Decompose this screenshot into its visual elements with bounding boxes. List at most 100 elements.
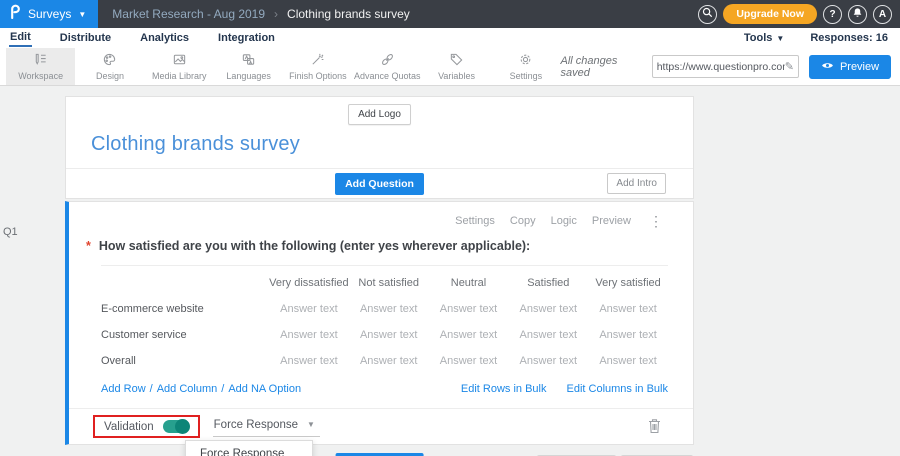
answer-text-cell[interactable]: Answer text [588, 355, 668, 367]
matrix-column-header[interactable]: Neutral [429, 277, 509, 289]
question-number-label: Q1 [3, 226, 18, 238]
chevron-down-icon: ▼ [776, 34, 784, 43]
matrix-row-label[interactable]: Customer service [101, 329, 269, 341]
question-block: Settings Copy Logic Preview ⋮ * How sati… [65, 201, 694, 445]
upgrade-now-button[interactable]: Upgrade Now [723, 4, 817, 24]
tab-integration[interactable]: Integration [217, 30, 276, 46]
top-navbar: Surveys ▼ Market Research - Aug 2019 › C… [0, 0, 900, 28]
validation-label: Validation [104, 421, 154, 433]
tab-bar-right-group: Tools▼ Responses: 16 [744, 32, 900, 44]
more-options-icon[interactable]: ⋮ [649, 216, 663, 226]
add-question-row-top: Add Question Add Intro [66, 168, 693, 198]
account-avatar[interactable]: A [873, 5, 892, 24]
answer-text-cell[interactable]: Answer text [349, 303, 429, 315]
chain-links-icon [380, 52, 395, 69]
responses-count[interactable]: Responses: 16 [810, 32, 888, 44]
answer-text-cell[interactable]: Answer text [429, 303, 509, 315]
delete-question-button[interactable] [648, 418, 661, 439]
add-na-option-link[interactable]: Add NA Option [228, 383, 301, 395]
gear-icon [518, 52, 533, 69]
question-text-row: * How satisfied are you with the followi… [69, 227, 693, 253]
validation-type-dropdown[interactable]: Force Response ▼ [213, 417, 320, 437]
toolbar-item-settings[interactable]: Settings [491, 48, 560, 85]
answer-text-cell[interactable]: Answer text [269, 355, 349, 367]
validation-toggle[interactable] [163, 420, 189, 433]
toolbar-item-media-library[interactable]: Media Library [145, 48, 214, 85]
answer-text-cell[interactable]: Answer text [349, 355, 429, 367]
eye-icon [821, 61, 834, 73]
toolbar-item-finish-options[interactable]: Finish Options [283, 48, 352, 85]
survey-url-box: ✎ [652, 55, 799, 78]
help-button[interactable]: ? [823, 5, 842, 24]
palette-icon [102, 52, 117, 69]
menu-item-force-response[interactable]: Force Response [186, 441, 312, 456]
add-intro-button[interactable]: Add Intro [607, 173, 666, 194]
survey-url-input[interactable] [657, 61, 785, 73]
logo-row: Add Logo [66, 97, 693, 125]
answer-text-cell[interactable]: Answer text [588, 303, 668, 315]
tab-analytics[interactable]: Analytics [139, 30, 190, 46]
matrix-column-header[interactable]: Satisfied [508, 277, 588, 289]
add-question-button-top[interactable]: Add Question [335, 173, 424, 195]
matrix-row-label[interactable]: Overall [101, 355, 269, 367]
question-copy-link[interactable]: Copy [510, 215, 536, 227]
edit-url-pencil-icon[interactable]: ✎ [785, 60, 794, 73]
answer-text-cell[interactable]: Answer text [588, 329, 668, 341]
search-button[interactable] [698, 5, 717, 24]
navbar-right-group: Upgrade Now ? A [698, 4, 900, 24]
required-marker: * [86, 239, 91, 253]
add-column-link[interactable]: Add Column [157, 383, 218, 395]
matrix-column-header[interactable]: Very satisfied [588, 277, 668, 289]
product-menu-label: Surveys [28, 7, 71, 21]
tag-icon [449, 52, 464, 69]
question-preview-link[interactable]: Preview [592, 215, 631, 227]
edit-columns-in-bulk-link[interactable]: Edit Columns in Bulk [567, 383, 669, 395]
toolbar-item-languages[interactable]: Languages [214, 48, 283, 85]
add-row-link[interactable]: Add Row [101, 383, 146, 395]
image-icon [172, 52, 187, 69]
table-edit-links-row: Add Row / Add Column / Add NA Option Edi… [101, 383, 668, 395]
breadcrumb-folder[interactable]: Market Research - Aug 2019 [112, 7, 265, 21]
answer-text-cell[interactable]: Answer text [429, 329, 509, 341]
matrix-row-label[interactable]: E-commerce website [101, 303, 269, 315]
answer-text-cell[interactable]: Answer text [269, 329, 349, 341]
survey-canvas: Q1 Add Logo Clothing brands survey Add Q… [0, 86, 900, 454]
answer-text-cell[interactable]: Answer text [269, 303, 349, 315]
toolbar-item-advance-quotas[interactable]: Advance Quotas [353, 48, 422, 85]
translate-icon [241, 52, 256, 69]
question-logic-link[interactable]: Logic [551, 215, 577, 227]
answer-text-cell[interactable]: Answer text [349, 329, 429, 341]
matrix-column-header[interactable]: Very dissatisfied [269, 277, 349, 289]
answer-text-cell[interactable]: Answer text [508, 355, 588, 367]
question-text[interactable]: How satisfied are you with the following… [99, 239, 530, 253]
tab-distribute[interactable]: Distribute [59, 30, 112, 46]
answer-text-cell[interactable]: Answer text [508, 303, 588, 315]
matrix-header-row: Very dissatisfied Not satisfied Neutral … [101, 270, 668, 296]
matrix-table: Very dissatisfied Not satisfied Neutral … [101, 270, 668, 374]
toolbar-right-group: All changes saved ✎ Preview [561, 48, 900, 85]
breadcrumb-survey-name: Clothing brands survey [287, 7, 410, 21]
edit-rows-in-bulk-link[interactable]: Edit Rows in Bulk [461, 383, 547, 395]
toolbar-item-variables[interactable]: Variables [422, 48, 491, 85]
toolbar-item-workspace[interactable]: Workspace [6, 48, 75, 85]
matrix-row: Customer service Answer text Answer text… [101, 322, 668, 348]
add-logo-button[interactable]: Add Logo [348, 104, 411, 125]
main-tab-bar: Edit Distribute Analytics Integration To… [0, 28, 900, 48]
answer-text-cell[interactable]: Answer text [508, 329, 588, 341]
question-settings-link[interactable]: Settings [455, 215, 495, 227]
answer-text-cell[interactable]: Answer text [429, 355, 509, 367]
surveys-product-menu[interactable]: Surveys ▼ [0, 0, 98, 28]
survey-card: Add Logo Clothing brands survey Add Ques… [65, 96, 694, 456]
survey-title[interactable]: Clothing brands survey [66, 125, 693, 168]
autosave-status: All changes saved [561, 55, 642, 79]
preview-button[interactable]: Preview [809, 55, 891, 79]
tab-edit[interactable]: Edit [9, 29, 32, 47]
validation-dropdown-menu: Force Response Request Response [185, 440, 313, 456]
toolbar-item-design[interactable]: Design [75, 48, 144, 85]
matrix-column-header[interactable]: Not satisfied [349, 277, 429, 289]
tools-menu[interactable]: Tools▼ [744, 32, 784, 44]
question-actions: Settings Copy Logic Preview ⋮ [69, 202, 693, 227]
between-questions-row: Add Question Page Break Separator [65, 448, 694, 456]
notifications-button[interactable] [848, 5, 867, 24]
bulk-edit-links: Edit Rows in Bulk Edit Columns in Bulk [461, 383, 668, 395]
